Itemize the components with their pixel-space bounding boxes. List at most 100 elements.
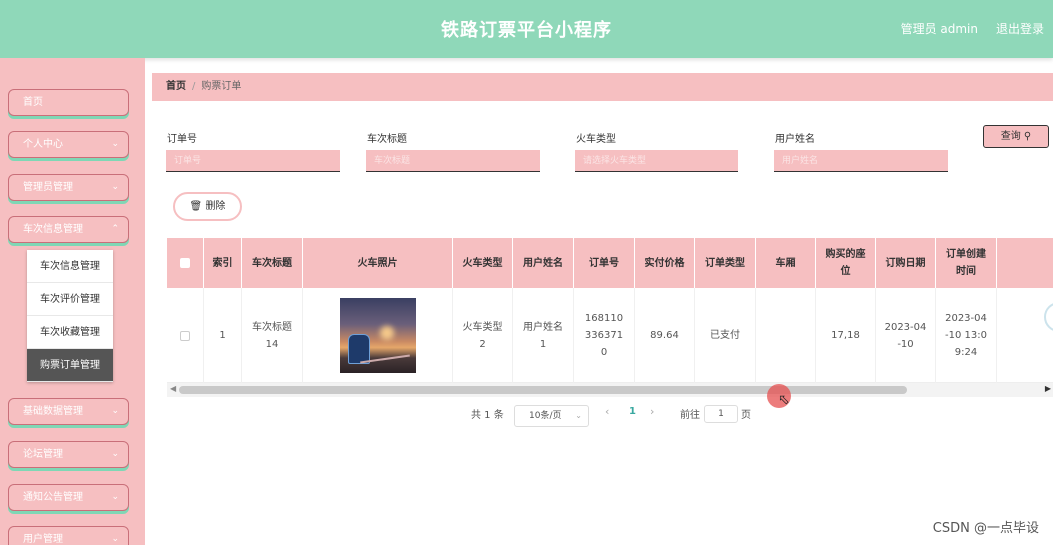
sidebar-item-users[interactable]: 用户管理 ⌄ xyxy=(8,526,129,545)
cell-train-photo xyxy=(303,288,453,383)
train-type-label: 火车类型 xyxy=(576,134,616,145)
train-photo[interactable] xyxy=(339,298,416,373)
sidebar-item-home[interactable]: 首页 xyxy=(8,89,129,116)
sidebar-item-base-data[interactable]: 基础数据管理 ⌄ xyxy=(8,398,129,425)
scrollbar-thumb[interactable] xyxy=(179,386,907,394)
column-header: 订单号 xyxy=(574,238,635,288)
column-header: 订单类型 xyxy=(695,238,756,288)
cell-train-title: 车次标题14 xyxy=(242,288,303,383)
submenu-item-train-favorite[interactable]: 车次收藏管理 xyxy=(27,316,113,349)
delete-button-label: 删除 xyxy=(205,201,226,212)
sidebar-item-label: 通知公告管理 xyxy=(23,492,83,503)
cell-price: 89.64 xyxy=(635,288,695,383)
current-user: 管理员 admin xyxy=(900,22,978,36)
train-type-select[interactable] xyxy=(575,150,738,172)
chevron-down-icon: ⌄ xyxy=(111,534,119,544)
sidebar-item-admin[interactable]: 管理员管理 ⌄ xyxy=(8,174,129,201)
cell-carriage xyxy=(756,288,816,383)
chevron-down-icon: ⌄ xyxy=(111,139,119,149)
train-title-input[interactable] xyxy=(366,150,540,172)
scroll-left-arrow-icon[interactable]: ◀ xyxy=(170,384,176,393)
delete-button[interactable]: 🗑 删除 xyxy=(173,192,242,221)
order-no-input[interactable] xyxy=(166,150,340,172)
chevron-down-icon: ⌄ xyxy=(111,406,119,416)
column-header: 火车照片 xyxy=(303,238,453,288)
chevron-down-icon: ⌄ xyxy=(111,449,119,459)
cell-index: 1 xyxy=(204,288,242,383)
page-size-select[interactable]: 10条/页 ⌄ xyxy=(514,405,589,427)
column-header: 实付价格 xyxy=(635,238,695,288)
scroll-right-arrow-icon[interactable]: ▶ xyxy=(1045,384,1051,393)
sidebar-item-label: 用户管理 xyxy=(23,534,63,545)
table-row[interactable]: 1 车次标题14 火车类型2 用户姓名1 1681103363710 89.64… xyxy=(167,288,1053,383)
select-all-checkbox[interactable] xyxy=(180,258,190,268)
column-header: 用户姓名 xyxy=(513,238,574,288)
query-button[interactable]: 查询 ⚲ xyxy=(983,125,1049,148)
page-size-value: 10条/页 xyxy=(529,411,562,421)
table-horizontal-scrollbar[interactable]: ◀ ▶ xyxy=(167,383,1053,397)
watermark: CSDN @一点毕设 xyxy=(932,521,1039,536)
sidebar-item-train-info[interactable]: 车次信息管理 ⌃ xyxy=(8,216,129,243)
submenu-item-ticket-orders[interactable]: 购票订单管理 xyxy=(27,349,113,382)
search-icon: ⚲ xyxy=(1023,131,1032,142)
user-name-label: 用户姓名 xyxy=(775,134,815,145)
cell-user-name: 用户姓名1 xyxy=(513,288,574,383)
column-header: 车厢 xyxy=(756,238,816,288)
table-header: 索引 车次标题 火车照片 火车类型 用户姓名 订单号 实付价格 订单类型 车厢 … xyxy=(167,238,1053,288)
select-all-cell xyxy=(167,238,204,288)
sidebar-item-label: 个人中心 xyxy=(23,139,63,150)
logout-link[interactable]: 退出登录 xyxy=(996,20,1044,37)
cell-seat: 17,18 xyxy=(816,288,876,383)
column-header: 购买的座位 xyxy=(816,238,876,288)
cell-order-type: 已支付 xyxy=(695,288,756,383)
cell-order-date: 2023-04-10 xyxy=(876,288,936,383)
cell-train-type: 火车类型2 xyxy=(453,288,513,383)
train-title-label: 车次标题 xyxy=(367,134,407,145)
sidebar-item-label: 管理员管理 xyxy=(23,182,73,193)
cell-actions xyxy=(997,288,1053,383)
sidebar-item-notice[interactable]: 通知公告管理 ⌄ xyxy=(8,484,129,511)
top-header: 铁路订票平台小程序 管理员 admin 退出登录 xyxy=(0,0,1053,58)
sidebar-item-forum[interactable]: 论坛管理 ⌄ xyxy=(8,441,129,468)
chevron-down-icon: ⌄ xyxy=(111,492,119,502)
page-number-current[interactable]: 1 xyxy=(629,406,636,417)
app-title: 铁路订票平台小程序 xyxy=(441,20,612,41)
breadcrumb-separator: / xyxy=(192,81,196,92)
cell-created-time: 2023-04-10 13:09:24 xyxy=(936,288,997,383)
row-checkbox[interactable] xyxy=(180,330,190,341)
page-unit-label: 页 xyxy=(741,410,751,421)
next-page-button[interactable]: › xyxy=(650,405,654,418)
column-header-actions xyxy=(997,238,1053,288)
submenu-item-train-info[interactable]: 车次信息管理 xyxy=(27,250,113,283)
query-button-label: 查询 xyxy=(1000,131,1021,142)
sidebar-item-label: 车次信息管理 xyxy=(23,224,83,235)
prev-page-button[interactable]: ‹ xyxy=(605,405,609,418)
goto-page-input[interactable] xyxy=(704,405,738,423)
orders-table: 索引 车次标题 火车照片 火车类型 用户姓名 订单号 实付价格 订单类型 车厢 … xyxy=(167,238,1053,383)
pagination-total: 共 1 条 xyxy=(471,410,504,421)
column-header: 火车类型 xyxy=(453,238,513,288)
sidebar-item-label: 首页 xyxy=(23,97,43,108)
chevron-down-icon: ⌄ xyxy=(111,182,119,192)
sidebar-item-label: 论坛管理 xyxy=(23,449,63,460)
chevron-down-icon: ⌄ xyxy=(575,411,582,420)
row-select-cell xyxy=(167,288,204,383)
trash-icon: 🗑 xyxy=(189,201,203,212)
column-header: 索引 xyxy=(204,238,242,288)
cell-order-no: 1681103363710 xyxy=(574,288,635,383)
user-name-input[interactable] xyxy=(774,150,948,172)
train-info-submenu: 车次信息管理 车次评价管理 车次收藏管理 购票订单管理 xyxy=(27,250,113,382)
photo-detail xyxy=(379,326,394,340)
column-header: 车次标题 xyxy=(242,238,303,288)
column-header: 订购日期 xyxy=(876,238,936,288)
sidebar-item-label: 基础数据管理 xyxy=(23,406,83,417)
submenu-item-train-review[interactable]: 车次评价管理 xyxy=(27,283,113,316)
breadcrumb-home[interactable]: 首页 xyxy=(166,81,186,92)
goto-label: 前往 xyxy=(680,410,700,421)
sidebar-item-profile[interactable]: 个人中心 ⌄ xyxy=(8,131,129,158)
order-no-label: 订单号 xyxy=(167,134,197,145)
breadcrumb: 首页 / 购票订单 xyxy=(152,73,1053,101)
breadcrumb-current: 购票订单 xyxy=(201,81,242,92)
chevron-up-icon: ⌃ xyxy=(111,224,119,234)
column-header: 订单创建时间 xyxy=(936,238,997,288)
